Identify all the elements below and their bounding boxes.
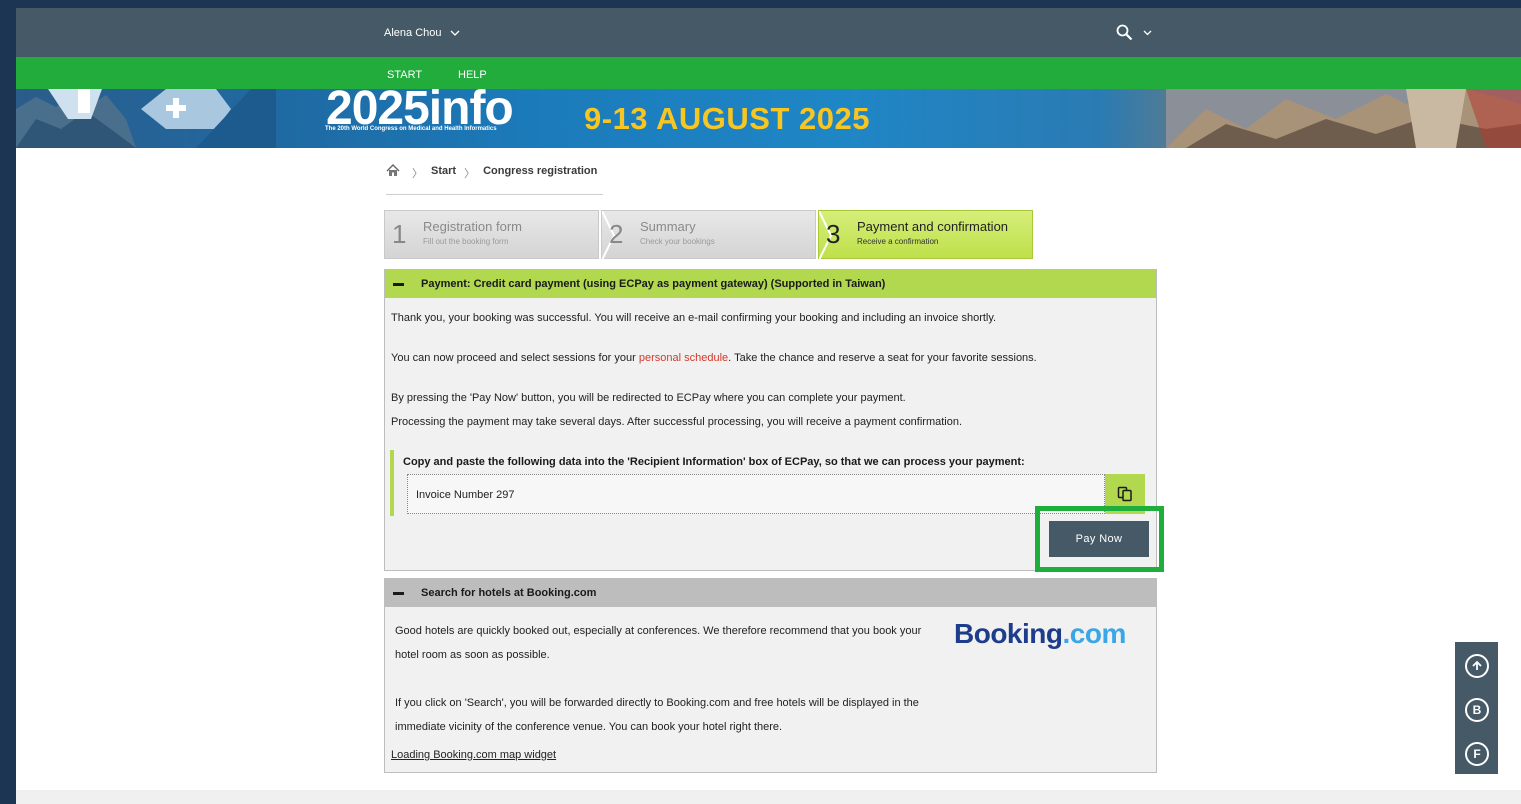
personal-schedule-link[interactable]: personal schedule xyxy=(639,352,728,364)
booking-map-link[interactable]: Loading Booking.com map widget xyxy=(391,749,556,761)
nav-item-start[interactable]: START xyxy=(387,69,422,81)
chevron-down-icon xyxy=(1143,30,1152,35)
step-number: 1 xyxy=(392,219,407,249)
top-bar: Alena Chou xyxy=(16,8,1521,57)
banner-dates: 9-13 AUGUST 2025 xyxy=(584,101,870,136)
hotel-text-line: hotel room as soon as possible. xyxy=(395,649,550,661)
home-icon[interactable] xyxy=(386,164,400,177)
step-subtitle: Check your bookings xyxy=(640,237,715,246)
congress-banner: 2025info The 20th World Congress on Medi… xyxy=(16,89,1521,148)
payment-panel-title: Payment: Credit card payment (using ECPa… xyxy=(421,278,886,290)
step-subtitle: Fill out the booking form xyxy=(423,237,509,246)
banner-mountain-graphic xyxy=(16,89,276,148)
breadcrumb: 〉 Start 〉 Congress registration xyxy=(386,164,603,195)
recipient-info-block: Copy and paste the following data into t… xyxy=(390,450,1145,516)
banner-photo xyxy=(1166,89,1521,148)
breadcrumb-separator: 〉 xyxy=(412,168,423,180)
footer-strip xyxy=(16,790,1521,804)
search-icon xyxy=(1116,24,1133,41)
booking-logo: Booking.com xyxy=(954,618,1126,650)
minus-icon xyxy=(392,591,404,595)
user-menu[interactable]: Alena Chou xyxy=(384,27,460,39)
booking-logo-domain: .com xyxy=(1062,618,1127,649)
schedule-suffix: . Take the chance and reserve a seat for… xyxy=(728,352,1037,364)
payment-processing-text: Processing the payment may take several … xyxy=(391,416,963,428)
step-summary[interactable]: 2 Summary Check your bookings xyxy=(601,210,816,260)
f-button[interactable]: F xyxy=(1465,742,1489,766)
hotel-panel-title: Search for hotels at Booking.com xyxy=(421,587,597,599)
step-title: Registration form xyxy=(423,219,522,234)
breadcrumb-item-registration[interactable]: Congress registration xyxy=(483,165,597,177)
step-number: 3 xyxy=(826,219,841,249)
payment-thank-you-text: Thank you, your booking was successful. … xyxy=(391,312,997,324)
search-menu[interactable] xyxy=(1116,24,1152,41)
hotel-text-line: Good hotels are quickly booked out, espe… xyxy=(395,625,922,637)
arrow-up-icon xyxy=(1472,660,1482,670)
hotel-text-line: immediate vicinity of the conference ven… xyxy=(395,721,783,733)
step-payment-confirmation[interactable]: 3 Payment and confirmation Receive a con… xyxy=(818,210,1033,260)
step-registration-form[interactable]: 1 Registration form Fill out the booking… xyxy=(384,210,599,259)
main-nav: START HELP xyxy=(16,57,1521,89)
step-title: Payment and confirmation xyxy=(857,219,1009,234)
payment-panel: Payment: Credit card payment (using ECPa… xyxy=(384,269,1164,572)
booking-logo-part: Booking xyxy=(954,618,1063,649)
copy-icon xyxy=(1117,486,1132,502)
recipient-info-label: Copy and paste the following data into t… xyxy=(403,456,1025,468)
user-name: Alena Chou xyxy=(384,27,442,39)
hotel-text-line: If you click on 'Search', you will be fo… xyxy=(395,697,919,709)
progress-steps: 1 Registration form Fill out the booking… xyxy=(384,210,1035,260)
step-title: Summary xyxy=(640,219,696,234)
chevron-down-icon xyxy=(450,30,459,36)
payment-redirect-text: By pressing the 'Pay Now' button, you wi… xyxy=(391,392,906,404)
collapse-button[interactable] xyxy=(385,270,411,298)
schedule-prefix: You can now proceed and select sessions … xyxy=(391,352,639,364)
nav-item-help[interactable]: HELP xyxy=(458,69,487,81)
hotel-panel: Search for hotels at Booking.com Good ho… xyxy=(384,578,1157,773)
breadcrumb-separator: 〉 xyxy=(464,168,476,180)
collapse-button[interactable] xyxy=(385,579,411,607)
payment-panel-header[interactable]: Payment: Credit card payment (using ECPa… xyxy=(385,270,1156,298)
minus-icon xyxy=(392,282,404,286)
floating-toolbar: B F xyxy=(1455,642,1498,774)
step-number: 2 xyxy=(609,219,624,249)
invoice-number-field[interactable]: Invoice Number 297 xyxy=(407,474,1105,514)
hotel-panel-header[interactable]: Search for hotels at Booking.com xyxy=(385,579,1156,607)
payment-schedule-text: You can now proceed and select sessions … xyxy=(391,352,1037,364)
pay-now-button[interactable]: Pay Now xyxy=(1049,521,1149,557)
b-button[interactable]: B xyxy=(1465,698,1489,722)
step-subtitle: Receive a confirmation xyxy=(857,237,939,246)
browser-page: Alena Chou START HELP 2025info The 20th … xyxy=(16,8,1521,804)
breadcrumb-item-start[interactable]: Start xyxy=(431,165,456,177)
banner-congress-name: The 20th World Congress on Medical and H… xyxy=(325,126,497,132)
scroll-top-button[interactable] xyxy=(1465,654,1489,678)
